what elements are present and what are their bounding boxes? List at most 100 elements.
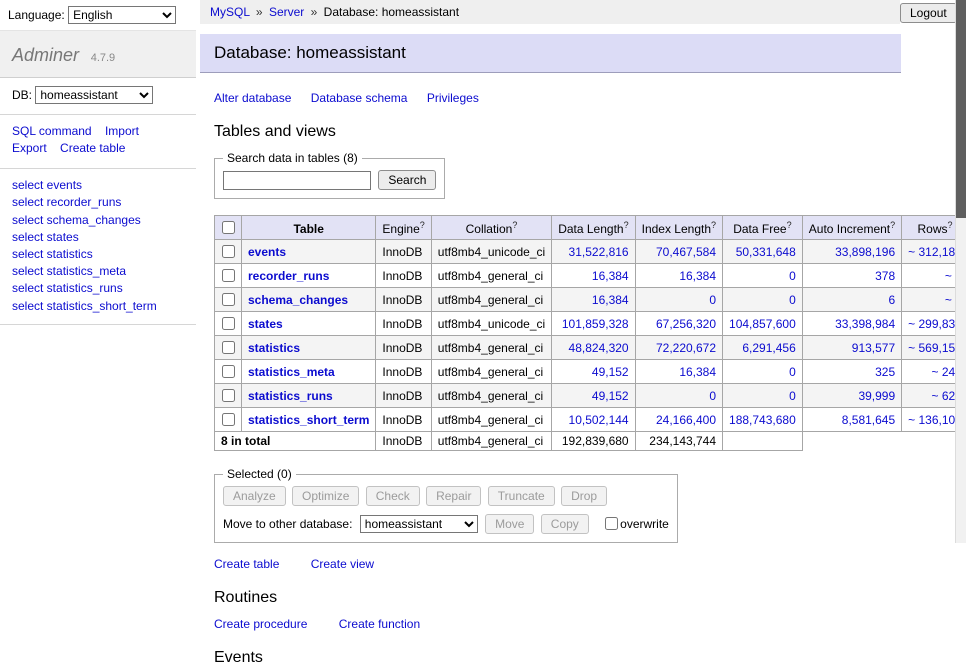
breadcrumb-server-link[interactable]: Server [269, 5, 304, 19]
column-help-link[interactable]: ? [787, 220, 792, 230]
auto-increment-link[interactable]: 325 [875, 365, 895, 379]
sidebar-table-link-schema-changes[interactable]: select schema_changes [12, 211, 184, 228]
repair-button[interactable]: Repair [426, 486, 481, 506]
sidebar-table-link-statistics-short-term[interactable]: select statistics_short_term [12, 297, 184, 314]
export-link[interactable]: Export [12, 141, 47, 155]
table-link[interactable]: events [248, 245, 286, 259]
column-help-link[interactable]: ? [624, 220, 629, 230]
index-length-link[interactable]: 0 [709, 389, 716, 403]
auto-increment-link[interactable]: 33,398,984 [835, 317, 895, 331]
index-length-link[interactable]: 24,166,400 [656, 413, 716, 427]
index-length-link[interactable]: 0 [709, 293, 716, 307]
data-free-link[interactable]: 188,743,680 [729, 413, 796, 427]
scrollbar[interactable] [955, 0, 966, 543]
adminer-logo-link[interactable]: Adminer [12, 45, 79, 65]
auto-increment-link[interactable]: 913,577 [852, 341, 895, 355]
select-all-checkbox[interactable] [222, 221, 235, 234]
column-help-link[interactable]: ? [420, 220, 425, 230]
index-length-link[interactable]: 72,220,672 [656, 341, 716, 355]
drop-button[interactable]: Drop [561, 486, 607, 506]
privileges-link[interactable]: Privileges [427, 91, 479, 105]
search-input[interactable] [223, 171, 371, 190]
data-length-link[interactable]: 16,384 [592, 293, 629, 307]
table-link[interactable]: states [248, 317, 283, 331]
data-free-link[interactable]: 0 [789, 389, 796, 403]
data-free-link[interactable]: 0 [789, 365, 796, 379]
table-link[interactable]: schema_changes [248, 293, 348, 307]
auto-increment-link[interactable]: 378 [875, 269, 895, 283]
sidebar-table-link-states[interactable]: select states [12, 228, 184, 245]
data-length-link[interactable]: 49,152 [592, 365, 629, 379]
scrollbar-thumb[interactable] [956, 0, 966, 218]
language-select[interactable]: English [68, 6, 176, 24]
data-free-link[interactable]: 50,331,648 [736, 245, 796, 259]
logout-button[interactable]: Logout [900, 3, 957, 23]
auto-increment-link[interactable]: 8,581,645 [842, 413, 895, 427]
data-free-link[interactable]: 104,857,600 [729, 317, 796, 331]
alter-database-link[interactable]: Alter database [214, 91, 291, 105]
column-help-link[interactable]: ? [948, 220, 953, 230]
analyze-button[interactable]: Analyze [223, 486, 286, 506]
overwrite-checkbox[interactable] [605, 517, 618, 530]
column-help-link[interactable]: ? [890, 220, 895, 230]
index-length-link[interactable]: 16,384 [679, 269, 716, 283]
row-checkbox[interactable] [222, 365, 235, 378]
truncate-button[interactable]: Truncate [488, 486, 555, 506]
data-length-link[interactable]: 48,824,320 [569, 341, 629, 355]
row-checkbox[interactable] [222, 413, 235, 426]
create-table-link-main[interactable]: Create table [214, 557, 279, 571]
row-checkbox[interactable] [222, 317, 235, 330]
rows-count-link[interactable]: ~ 299,833 [908, 317, 962, 331]
sidebar-table-link-statistics-meta[interactable]: select statistics_meta [12, 263, 184, 280]
table-link[interactable]: statistics_short_term [248, 413, 369, 427]
row-checkbox[interactable] [222, 341, 235, 354]
data-free-link[interactable]: 6,291,456 [742, 341, 795, 355]
collation-cell: utf8mb4_general_ci [431, 288, 551, 312]
sidebar-table-link-recorder-runs[interactable]: select recorder_runs [12, 194, 184, 211]
breadcrumb-mysql-link[interactable]: MySQL [210, 5, 250, 19]
auto-increment-link[interactable]: 39,999 [858, 389, 895, 403]
table-link[interactable]: statistics_meta [248, 365, 335, 379]
data-free-link[interactable]: 0 [789, 269, 796, 283]
row-checkbox[interactable] [222, 245, 235, 258]
rows-count-link[interactable]: ~ 312,180 [908, 245, 962, 259]
data-free-link[interactable]: 0 [789, 293, 796, 307]
move-button[interactable]: Move [485, 514, 534, 534]
optimize-button[interactable]: Optimize [292, 486, 359, 506]
move-db-select[interactable]: homeassistant [360, 515, 478, 533]
data-length-link[interactable]: 31,522,816 [569, 245, 629, 259]
auto-increment-link[interactable]: 33,898,196 [835, 245, 895, 259]
table-link[interactable]: statistics [248, 341, 300, 355]
row-checkbox[interactable] [222, 269, 235, 282]
data-length-link[interactable]: 10,502,144 [569, 413, 629, 427]
column-help-link[interactable]: ? [711, 220, 716, 230]
data-length-link[interactable]: 16,384 [592, 269, 629, 283]
database-schema-link[interactable]: Database schema [311, 91, 408, 105]
create-procedure-link[interactable]: Create procedure [214, 617, 307, 631]
create-table-link[interactable]: Create table [60, 141, 125, 155]
index-length-link[interactable]: 16,384 [679, 365, 716, 379]
sidebar-table-link-statistics[interactable]: select statistics [12, 246, 184, 263]
index-length-link[interactable]: 67,256,320 [656, 317, 716, 331]
data-length-link[interactable]: 101,859,328 [562, 317, 629, 331]
rows-count-link[interactable]: ~ 136,108 [908, 413, 962, 427]
import-link[interactable]: Import [105, 124, 139, 138]
row-checkbox[interactable] [222, 389, 235, 402]
auto-increment-link[interactable]: 6 [888, 293, 895, 307]
create-view-link[interactable]: Create view [311, 557, 374, 571]
db-select[interactable]: homeassistant [35, 86, 153, 104]
check-button[interactable]: Check [366, 486, 420, 506]
rows-count-link[interactable]: ~ 569,159 [908, 341, 962, 355]
index-length-link[interactable]: 70,467,584 [656, 245, 716, 259]
copy-button[interactable]: Copy [541, 514, 589, 534]
create-function-link[interactable]: Create function [339, 617, 420, 631]
column-help-link[interactable]: ? [512, 220, 517, 230]
data-length-link[interactable]: 49,152 [592, 389, 629, 403]
sql-command-link[interactable]: SQL command [12, 124, 92, 138]
table-link[interactable]: recorder_runs [248, 269, 329, 283]
sidebar-table-link-events[interactable]: select events [12, 177, 184, 194]
search-button[interactable]: Search [378, 170, 436, 190]
sidebar-table-link-statistics-runs[interactable]: select statistics_runs [12, 280, 184, 297]
row-checkbox[interactable] [222, 293, 235, 306]
table-link[interactable]: statistics_runs [248, 389, 333, 403]
